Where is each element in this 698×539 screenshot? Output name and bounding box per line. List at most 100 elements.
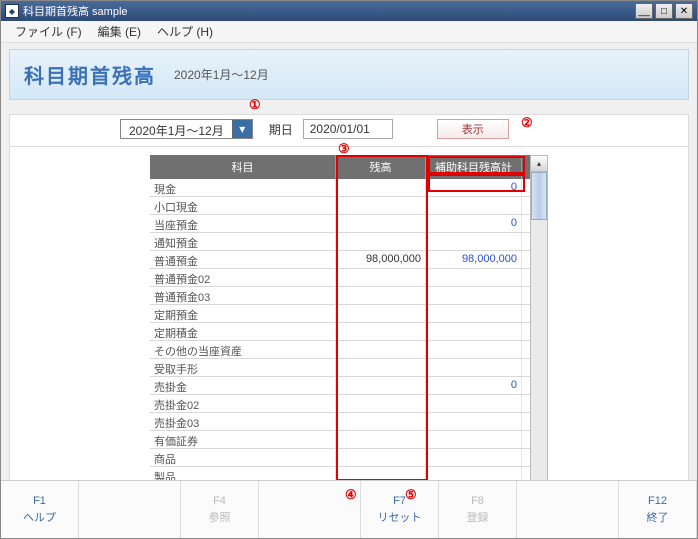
fkey-f12[interactable]: F12 終了 bbox=[619, 481, 697, 538]
grid-main: 科目 残高 補助科目残高計 現金 0 小口現金当座預金0通知預金普通預金98,000… bbox=[150, 155, 530, 480]
cell-account: 有価証券 bbox=[150, 431, 336, 448]
table-row[interactable]: 普通預金03 bbox=[150, 287, 530, 305]
cell-balance[interactable] bbox=[336, 233, 426, 250]
cell-account: 普通預金02 bbox=[150, 269, 336, 286]
cell-sub-balance bbox=[426, 269, 522, 286]
cell-account: 普通預金03 bbox=[150, 287, 336, 304]
cell-account: 売掛金02 bbox=[150, 395, 336, 412]
period-dropdown-icon[interactable]: ▾ bbox=[232, 120, 252, 138]
page-header: 科目期首残高 2020年1月～12月 bbox=[9, 49, 689, 100]
cell-balance[interactable] bbox=[336, 179, 426, 196]
grid-header: 科目 残高 補助科目残高計 bbox=[150, 155, 530, 179]
menubar: ファイル (F) 編集 (E) ヘルプ (H) bbox=[1, 21, 697, 43]
cell-balance[interactable]: 98,000,000 bbox=[336, 251, 426, 268]
table-row[interactable]: 売掛金03 bbox=[150, 413, 530, 431]
col-header-account: 科目 bbox=[150, 155, 336, 179]
close-button[interactable]: ✕ bbox=[675, 3, 693, 19]
cell-balance[interactable] bbox=[336, 215, 426, 232]
cell-balance[interactable] bbox=[336, 449, 426, 466]
show-button[interactable]: 表示 bbox=[437, 119, 509, 139]
cell-balance[interactable] bbox=[336, 323, 426, 340]
cell-balance[interactable] bbox=[336, 377, 426, 394]
minimize-button[interactable]: __ bbox=[635, 3, 653, 19]
menu-edit[interactable]: 編集 (E) bbox=[90, 21, 149, 42]
cell-balance[interactable] bbox=[336, 305, 426, 322]
table-row[interactable]: 有価証券 bbox=[150, 431, 530, 449]
table-row[interactable]: 当座預金0 bbox=[150, 215, 530, 233]
table-area: ③ 科目 残高 補助科目残高計 現金0小口現金当座預金0通知預金普通預金98,0… bbox=[9, 146, 689, 480]
function-key-bar: F1 ヘルプ F4 参照 ④ F7 リセット ⑤ F8 登録 F12 終了 bbox=[1, 480, 697, 538]
table-row[interactable]: 売掛金02 bbox=[150, 395, 530, 413]
cell-account: 製品 bbox=[150, 467, 336, 480]
table-row[interactable]: 小口現金 bbox=[150, 197, 530, 215]
cell-balance[interactable] bbox=[336, 359, 426, 376]
table-row[interactable]: 現金 0 bbox=[150, 179, 530, 197]
table-row[interactable]: 定期積金 bbox=[150, 323, 530, 341]
cell-account: 通知預金 bbox=[150, 233, 336, 250]
fkey-f1[interactable]: F1 ヘルプ bbox=[1, 481, 79, 538]
cell-balance[interactable] bbox=[336, 287, 426, 304]
cell-sub-balance: 0 bbox=[426, 179, 522, 196]
app-icon: ◆ bbox=[5, 4, 19, 18]
cell-balance[interactable] bbox=[336, 269, 426, 286]
cell-sub-balance bbox=[426, 305, 522, 322]
date-label: 期日 bbox=[269, 121, 293, 138]
cell-balance[interactable] bbox=[336, 467, 426, 480]
table-row[interactable]: 定期預金 bbox=[150, 305, 530, 323]
menu-file[interactable]: ファイル (F) bbox=[7, 21, 90, 42]
fkey-num: F8 bbox=[471, 495, 484, 507]
maximize-button[interactable]: □ bbox=[655, 3, 673, 19]
fkey-spacer bbox=[517, 481, 619, 538]
filter-bar: 2020年1月～12月 ▾ 期日 2020/01/01 表示 bbox=[9, 114, 689, 148]
cell-account: 当座預金 bbox=[150, 215, 336, 232]
cell-balance[interactable] bbox=[336, 431, 426, 448]
grid-body: 現金 0 小口現金当座預金0通知預金普通預金98,000,00098,000,000… bbox=[150, 179, 530, 480]
fkey-num: F4 bbox=[213, 495, 226, 507]
col-header-balance: 残高 bbox=[336, 155, 426, 179]
table-row[interactable]: 受取手形 bbox=[150, 359, 530, 377]
cell-sub-balance bbox=[426, 287, 522, 304]
fkey-num: F7 bbox=[393, 495, 406, 507]
cell-balance[interactable] bbox=[336, 413, 426, 430]
cell-sub-balance bbox=[426, 467, 522, 480]
cell-account: 普通預金 bbox=[150, 251, 336, 268]
table-row[interactable]: 製品 bbox=[150, 467, 530, 480]
fkey-label: 登録 bbox=[467, 509, 489, 525]
period-select[interactable]: 2020年1月～12月 ▾ bbox=[120, 119, 253, 139]
v-scroll-up-icon[interactable]: ▴ bbox=[531, 156, 547, 172]
cell-balance[interactable] bbox=[336, 341, 426, 358]
cell-balance[interactable] bbox=[336, 197, 426, 214]
cell-account: 売掛金03 bbox=[150, 413, 336, 430]
table-row[interactable]: 通知預金 bbox=[150, 233, 530, 251]
cell-sub-balance bbox=[426, 431, 522, 448]
table-row[interactable]: その他の当座資産 bbox=[150, 341, 530, 359]
v-scroll-thumb[interactable] bbox=[531, 172, 547, 220]
cell-account: 商品 bbox=[150, 449, 336, 466]
fkey-label: 参照 bbox=[209, 509, 231, 525]
fkey-num: F12 bbox=[648, 495, 667, 507]
cell-account: 現金 bbox=[150, 179, 336, 196]
table-row[interactable]: 売掛金0 bbox=[150, 377, 530, 395]
cell-balance[interactable] bbox=[336, 395, 426, 412]
cell-sub-balance bbox=[426, 233, 522, 250]
menu-help[interactable]: ヘルプ (H) bbox=[149, 21, 221, 42]
col-header-sub-balance: 補助科目残高計 bbox=[426, 155, 522, 179]
v-scrollbar[interactable]: ▴ ▾ bbox=[530, 155, 548, 480]
table-row[interactable]: 商品 bbox=[150, 449, 530, 467]
table-row[interactable]: 普通預金98,000,00098,000,000 bbox=[150, 251, 530, 269]
fkey-label: ヘルプ bbox=[23, 509, 56, 525]
table-row[interactable]: 普通預金02 bbox=[150, 269, 530, 287]
v-scroll-track[interactable] bbox=[531, 220, 547, 480]
cell-sub-balance bbox=[426, 449, 522, 466]
cell-sub-balance bbox=[426, 323, 522, 340]
fkey-label: リセット bbox=[378, 509, 422, 525]
date-input[interactable]: 2020/01/01 bbox=[303, 119, 393, 139]
page-title: 科目期首残高 bbox=[24, 60, 156, 89]
cell-account: その他の当座資産 bbox=[150, 341, 336, 358]
app-window: ◆ 科目期首残高 sample __ □ ✕ ファイル (F) 編集 (E) ヘ… bbox=[0, 0, 698, 539]
fkey-spacer bbox=[259, 481, 361, 538]
cell-account: 小口現金 bbox=[150, 197, 336, 214]
window-title: 科目期首残高 sample bbox=[23, 3, 635, 19]
cell-account: 受取手形 bbox=[150, 359, 336, 376]
fkey-f7[interactable]: F7 リセット bbox=[361, 481, 439, 538]
